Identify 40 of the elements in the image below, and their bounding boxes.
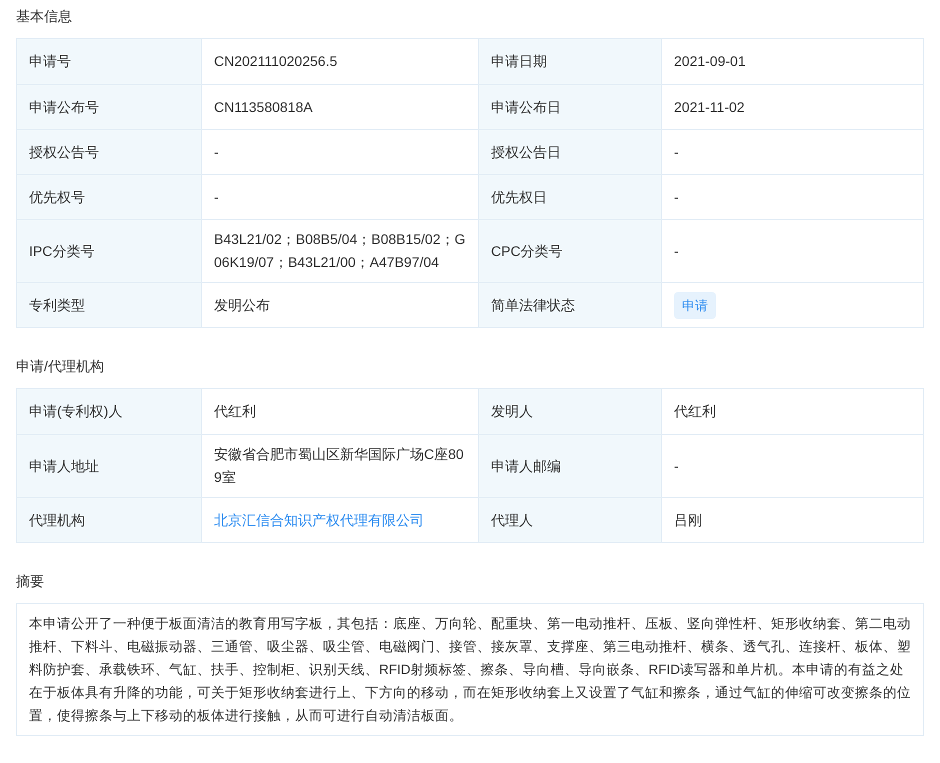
field-label: 申请日期 [491,52,547,71]
field-label: 申请(专利权)人 [29,402,122,421]
field-label: 申请人地址 [29,456,99,476]
field-label: IPC分类号 [29,242,94,260]
field-label: 授权公告日 [491,142,561,162]
field-label: 申请号 [29,52,71,71]
field-label: 授权公告号 [29,142,99,162]
field-label: 申请人邮编 [491,456,561,476]
field-value: 代红利 [674,402,716,421]
field-label: 专利类型 [29,296,85,314]
field-label: 简单法律状态 [491,296,575,314]
field-value: 2021-09-01 [674,52,746,71]
field-value: 发明公布 [214,296,270,314]
section-title: 申请/代理机构 [15,357,105,376]
agency-link[interactable]: 北京汇信合知识产权代理有限公司 [214,508,424,532]
field-value: 代红利 [214,402,256,421]
field-label: 优先权号 [29,188,85,206]
field-value: - [674,188,679,206]
field-value: - [674,456,679,476]
field-label: 代理机构 [29,510,85,530]
field-label: 申请公布号 [29,98,99,116]
status-tag: 申请 [674,292,716,318]
field-value: - [214,142,219,162]
field-value: B43L21/02；B08B5/04；B08B15/02；G06K19/07；B43L21/00；A47B97/04 [214,230,466,272]
field-value: CN113580818A [214,98,313,116]
field-label: 发明人 [491,402,533,421]
field-label: 代理人 [491,510,533,530]
field-value: - [674,242,679,260]
field-label: 申请公布日 [491,98,561,116]
section-title: 摘要 [15,572,45,591]
field-value: 2021-11-02 [674,98,745,116]
section-title: 基本信息 [15,7,73,26]
field-value: 安徽省合肥市蜀山区新华国际广场C座809室 [214,445,465,487]
field-label: 优先权日 [491,188,547,206]
field-label: CPC分类号 [491,242,563,260]
field-value: 吕刚 [674,510,702,530]
field-value: - [674,142,679,162]
field-value: - [214,188,219,206]
field-value: CN202111020256.5 [214,52,338,71]
abstract-text: 本申请公开了一种便于板面清洁的教育用写字板，其包括：底座、万向轮、配重块、第一电动推杆、压板、竖向弹性杆、矩形收纳套、第二电动推杆、下料斗、电磁振动器、三通管、吸尘器、吸尘管、电磁阀门、接管、接灰罩、支撑座、第三电动推杆、横条、透气孔、连接杆、板体、塑料防护套、承载铁环、气缸、扶手、控制柜、识别天线、RFID射频标签、擦条、导向槽、导向嵌条、RFID读写器和单片机。本申请的有益之处在于板体具有升降的功能，可关于矩形收纳套进行上、下方向的移动，而在矩形收纳套上又设置了气缸和擦条，通过气缸的伸缩可改变擦条的位置，使得擦条与上下移动的板体进行接触，从而可进行自动清洁板面。 [29,615,911,725]
